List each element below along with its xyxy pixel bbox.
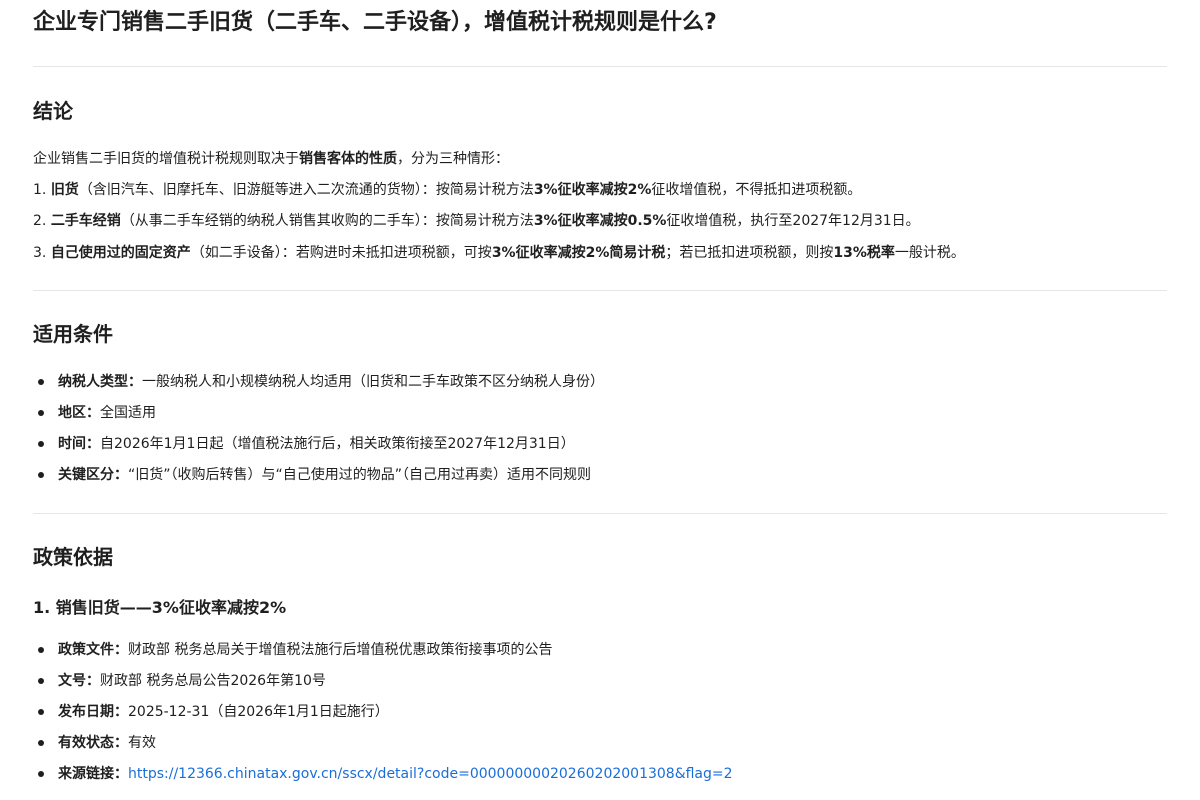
text-span: 一般计税。 — [894, 245, 965, 261]
divider — [33, 513, 1167, 514]
bullet-dot — [38, 410, 44, 416]
text-span: “旧货”（收购后转售）与“自己使用过的物品”（自己用过再卖）适用不同规则 — [128, 467, 592, 483]
text-span: （如二手设备）： — [190, 245, 296, 261]
text-span: 财政部 税务总局关于增值税法施行后增值税优惠政策衔接事项的公告 — [128, 642, 553, 658]
text-span: 政策文件： — [58, 642, 128, 658]
list-item: 文号：财政部 税务总局公告2026年第10号 — [36, 670, 326, 692]
list-item: 时间：自2026年1月1日起（增值税法施行后，相关政策衔接至2027年12月31… — [36, 433, 575, 455]
conclusion-item-fixed-assets: 3. 自己使用过的固定资产（如二手设备）：若购进时未抵扣进项税额，可按3%征收率… — [33, 242, 965, 264]
text-span: ，分为三种情形： — [397, 151, 509, 167]
text-span: （从事二手车经销的纳税人销售其收购的二手车）： — [120, 213, 436, 229]
text-span: 自己使用过的固定资产 — [50, 245, 191, 261]
list-item: 关键区分：“旧货”（收购后转售）与“自己使用过的物品”（自己用过再卖）适用不同规… — [36, 464, 591, 486]
text-span: 3%征收率减按2%简易计税 — [491, 245, 666, 261]
text-span: 来源链接： — [58, 766, 128, 782]
bullet-dot — [38, 709, 44, 715]
text-span: 发布日期： — [58, 704, 128, 720]
section-heading-basis: 政策依据 — [33, 545, 113, 569]
text-span: 销售客体的性质 — [299, 151, 397, 167]
text-span: 若购进时未抵扣进项税额，可按 — [295, 245, 492, 261]
text-span: 时间： — [58, 436, 100, 452]
bullet-dot — [38, 678, 44, 684]
text-span: 旧货 — [50, 182, 79, 198]
bullet-dot — [38, 771, 44, 777]
divider — [33, 66, 1167, 67]
text-span: 企业销售二手旧货的增值税计税规则取决于 — [33, 151, 299, 167]
list-item: 地区：全国适用 — [36, 402, 156, 424]
list-item: 有效状态：有效 — [36, 732, 156, 754]
text-span: 按简易计税方法 — [435, 213, 534, 229]
document-page: 企业专门销售二手旧货（二手车、二手设备），增值税计税规则是什么? 结论 企业销售… — [0, 0, 1200, 800]
text-span: 2025-12-31（自2026年1月1日起施行） — [128, 704, 389, 720]
bullet-dot — [38, 740, 44, 746]
text-span: 财政部 税务总局公告2026年第10号 — [100, 673, 326, 689]
text-span: 3%征收率减按2% — [533, 182, 652, 198]
text-span: （含旧汽车、旧摩托车、旧游艇等进入二次流通的货物）： — [78, 182, 436, 198]
list-item: 发布日期：2025-12-31（自2026年1月1日起施行） — [36, 701, 389, 723]
section-heading-conditions: 适用条件 — [33, 322, 113, 346]
text-span: 3%征收率减按0.5% — [533, 213, 667, 229]
page-title: 企业专门销售二手旧货（二手车、二手设备），增值税计税规则是什么? — [33, 10, 717, 35]
text-span: 二手车经销 — [50, 213, 121, 229]
text-span: 地区： — [58, 405, 100, 421]
divider — [33, 290, 1167, 291]
text-span: 一般纳税人和小规模纳税人均适用（旧货和二手车政策不区分纳税人身份） — [142, 374, 604, 390]
conclusion-intro: 企业销售二手旧货的增值税计税规则取决于销售客体的性质，分为三种情形： — [33, 148, 509, 170]
text-span: 有效状态： — [58, 735, 128, 751]
source-link[interactable]: https://12366.chinatax.gov.cn/sscx/detai… — [128, 766, 733, 782]
list-item: 来源链接：https://12366.chinatax.gov.cn/sscx/… — [36, 763, 733, 785]
text-span: 征收增值税，执行至2027年12月31日。 — [666, 213, 920, 229]
list-item: 政策文件：财政部 税务总局关于增值税法施行后增值税优惠政策衔接事项的公告 — [36, 639, 552, 661]
bullet-dot — [38, 472, 44, 478]
text-span: 2. — [33, 213, 51, 229]
text-span: 按简易计税方法 — [435, 182, 534, 198]
text-span: 全国适用 — [100, 405, 156, 421]
subsection-heading: 1. 销售旧货——3%征收率减按2% — [33, 598, 287, 617]
list-item: 纳税人类型：一般纳税人和小规模纳税人均适用（旧货和二手车政策不区分纳税人身份） — [36, 371, 604, 393]
text-span: 纳税人类型： — [58, 374, 142, 390]
bullet-dot — [38, 441, 44, 447]
text-span: 有效 — [128, 735, 156, 751]
bullet-dot — [38, 379, 44, 385]
bullet-dot — [38, 647, 44, 653]
text-span: 3. — [33, 245, 51, 261]
text-span: 文号： — [58, 673, 100, 689]
text-span: 1. — [33, 182, 51, 198]
conclusion-item-used-car-dealer: 2. 二手车经销（从事二手车经销的纳税人销售其收购的二手车）：按简易计税方法3%… — [33, 210, 920, 232]
text-span: 自2026年1月1日起（增值税法施行后，相关政策衔接至2027年12月31日） — [100, 436, 575, 452]
text-span: 13%税率 — [833, 245, 895, 261]
conclusion-item-used-goods: 1. 旧货（含旧汽车、旧摩托车、旧游艇等进入二次流通的货物）：按简易计税方法3%… — [33, 179, 861, 201]
text-span: 征收增值税，不得抵扣进项税额。 — [651, 182, 862, 198]
section-heading-conclusion: 结论 — [33, 99, 73, 123]
text-span: ；若已抵扣进项税额，则按 — [665, 245, 834, 261]
text-span: 关键区分： — [58, 467, 128, 483]
